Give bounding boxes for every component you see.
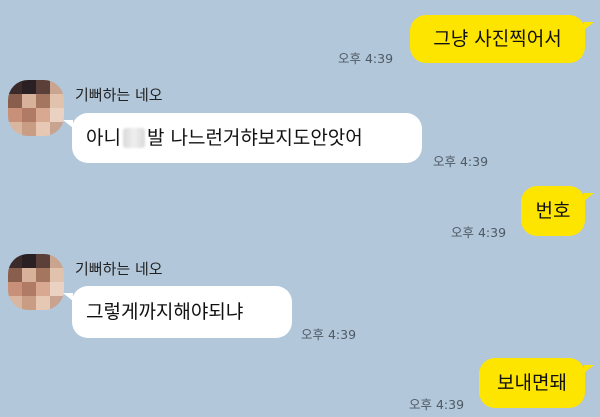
- avatar[interactable]: [8, 254, 64, 310]
- message-text: 번호: [535, 199, 571, 222]
- message-bubble-outgoing[interactable]: 번호: [521, 186, 585, 236]
- message-text: 그냥 사진찍어서: [433, 27, 562, 50]
- message-time: 오후 4:39: [338, 51, 394, 66]
- bubble-tail: [63, 293, 73, 301]
- message-time: 오후 4:39: [409, 397, 465, 412]
- message-text: 보내면돼: [497, 371, 567, 394]
- sender-name: 기뻐하는 네오: [75, 86, 163, 104]
- message-bubble-outgoing[interactable]: 그냥 사진찍어서: [410, 15, 585, 63]
- message-bubble-incoming[interactable]: 아니 발 나느런거햐보지도안앗어: [72, 113, 422, 163]
- message-text-before: 아니: [86, 126, 121, 149]
- message-bubble-incoming[interactable]: 그렇게까지해야되냐: [72, 286, 292, 338]
- message-text-after: 발 나느런거햐보지도안앗어: [146, 126, 363, 149]
- message-time: 오후 4:39: [301, 327, 357, 342]
- bubble-tail: [584, 22, 594, 30]
- message-text: 그렇게까지해야되냐: [86, 300, 244, 323]
- chat-area: 오후 4:39 그냥 사진찍어서 기뻐하는 네오 아니 발 나느런거햐보지도안앗어…: [0, 0, 600, 417]
- censor-icon: [122, 128, 145, 148]
- bubble-tail: [63, 120, 73, 128]
- message-time: 오후 4:39: [433, 154, 489, 169]
- avatar[interactable]: [8, 80, 64, 136]
- message-time: 오후 4:39: [451, 225, 507, 240]
- sender-name: 기뻐하는 네오: [75, 260, 163, 278]
- bubble-tail: [584, 193, 594, 201]
- bubble-tail: [584, 365, 594, 373]
- message-bubble-outgoing[interactable]: 보내면돼: [479, 358, 585, 408]
